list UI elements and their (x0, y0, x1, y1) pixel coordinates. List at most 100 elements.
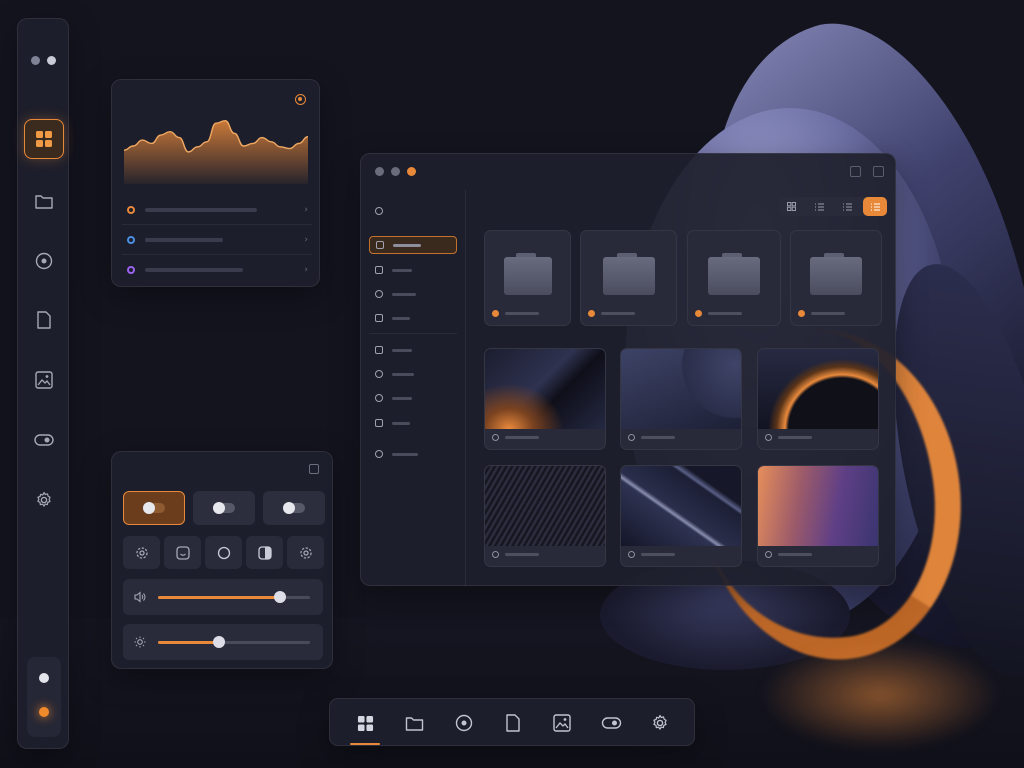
sidebar-item-disc[interactable] (24, 241, 64, 281)
sidebar-item[interactable] (369, 389, 457, 407)
toggle-3[interactable] (263, 491, 325, 525)
sidebar-item-settings[interactable] (24, 480, 64, 520)
image-card[interactable] (484, 348, 606, 450)
image-card[interactable] (484, 465, 606, 567)
dock-item-document[interactable] (499, 709, 527, 737)
image-status-dot (628, 551, 635, 558)
minimize-icon[interactable] (850, 166, 861, 177)
brightness-slider[interactable] (123, 624, 323, 660)
list-item[interactable]: › (122, 195, 312, 225)
quick-gear-button[interactable] (123, 536, 160, 569)
folder-name-line (708, 312, 742, 315)
volume-slider[interactable] (123, 579, 323, 615)
dock-item-folder[interactable] (400, 709, 428, 737)
item-label-line (392, 372, 414, 376)
dock-item-disc[interactable] (450, 709, 478, 737)
list-item[interactable]: › (122, 225, 312, 255)
contrast-icon (257, 545, 272, 560)
toggle-2[interactable] (193, 491, 255, 525)
dock-item-grid[interactable] (351, 709, 379, 737)
dock-item-image[interactable] (548, 709, 576, 737)
window-dot[interactable] (391, 167, 400, 176)
window-dot[interactable] (375, 167, 384, 176)
sidebar-item-toggle[interactable] (24, 420, 64, 460)
volume-track[interactable] (158, 590, 310, 603)
status-switch[interactable] (27, 657, 61, 737)
left-sidebar (17, 18, 69, 749)
bottom-dock (329, 698, 695, 746)
sidebar-item-folder[interactable] (24, 181, 64, 221)
chart-options-icon[interactable] (295, 94, 306, 105)
sidebar-item[interactable] (369, 341, 457, 359)
quick-icon-row (123, 536, 324, 569)
list-view-button[interactable] (807, 197, 831, 216)
grid-view-button[interactable] (779, 197, 803, 216)
quick-circle-button[interactable] (205, 536, 242, 569)
dock-active-indicator (350, 743, 380, 745)
image-card[interactable] (757, 348, 879, 450)
image-card[interactable] (620, 348, 742, 450)
sidebar-item[interactable] (369, 414, 457, 432)
maximize-icon[interactable] (873, 166, 884, 177)
folder-status-dot (798, 310, 805, 317)
folder-name-line (505, 312, 539, 315)
status-dot-light[interactable] (39, 673, 49, 683)
quick-smile-button[interactable] (164, 536, 201, 569)
folder-card[interactable] (687, 230, 781, 326)
file-icon (375, 266, 383, 274)
sidebar-item-grid[interactable] (24, 119, 64, 159)
brightness-icon (134, 636, 146, 648)
folder-icon (35, 193, 53, 209)
image-status-dot (628, 434, 635, 441)
folder-card[interactable] (580, 230, 677, 326)
dock-item-settings[interactable] (646, 709, 674, 737)
expand-icon[interactable] (309, 464, 319, 474)
sidebar-item[interactable] (369, 309, 457, 327)
sidebar-item-document[interactable] (24, 300, 64, 340)
window-sidebar (361, 190, 466, 586)
detail-view-button[interactable] (835, 197, 859, 216)
window-dot-active[interactable] (407, 167, 416, 176)
image-name-line (778, 436, 812, 439)
series-dot-blue (127, 235, 135, 244)
window-dots (31, 56, 56, 65)
toggle-row (123, 491, 325, 525)
image-card[interactable] (620, 465, 742, 567)
image-thumbnail (758, 349, 878, 429)
series-dot-orange (127, 205, 135, 214)
disc-icon (35, 252, 53, 270)
disc-icon (375, 370, 383, 378)
folder-icon (405, 715, 424, 731)
sidebar-item-selected[interactable] (369, 236, 457, 254)
sidebar-item[interactable] (369, 261, 457, 279)
brightness-track[interactable] (158, 635, 310, 648)
folder-card[interactable] (790, 230, 882, 326)
chart-area-fill (124, 120, 308, 184)
quick-contrast-button[interactable] (246, 536, 283, 569)
status-dot-active[interactable] (39, 707, 49, 717)
image-name-line (505, 436, 539, 439)
volume-knob[interactable] (273, 590, 286, 603)
quick-settings-button[interactable] (287, 536, 324, 569)
toggle-switch (143, 502, 165, 514)
dock-item-toggle[interactable] (597, 709, 625, 737)
sidebar-item[interactable] (369, 365, 457, 383)
list-item[interactable]: › (122, 255, 312, 285)
image-thumbnail (621, 466, 741, 546)
smile-icon (175, 545, 190, 560)
folder-card[interactable] (484, 230, 571, 326)
folder-status-dot (695, 310, 702, 317)
chart-card: › › › (111, 79, 320, 287)
brightness-knob[interactable] (212, 635, 225, 648)
sidebar-item-home[interactable] (369, 202, 389, 220)
chevron-right-icon: › (304, 234, 308, 245)
compact-list-button[interactable] (863, 197, 887, 216)
toggle-1[interactable] (123, 491, 185, 525)
sidebar-item-image[interactable] (24, 360, 64, 400)
image-status-dot (765, 434, 772, 441)
sidebar-item[interactable] (369, 285, 457, 303)
play-icon (375, 290, 383, 298)
grid-icon (376, 241, 384, 249)
image-card[interactable] (757, 465, 879, 567)
sidebar-item[interactable] (369, 445, 457, 463)
